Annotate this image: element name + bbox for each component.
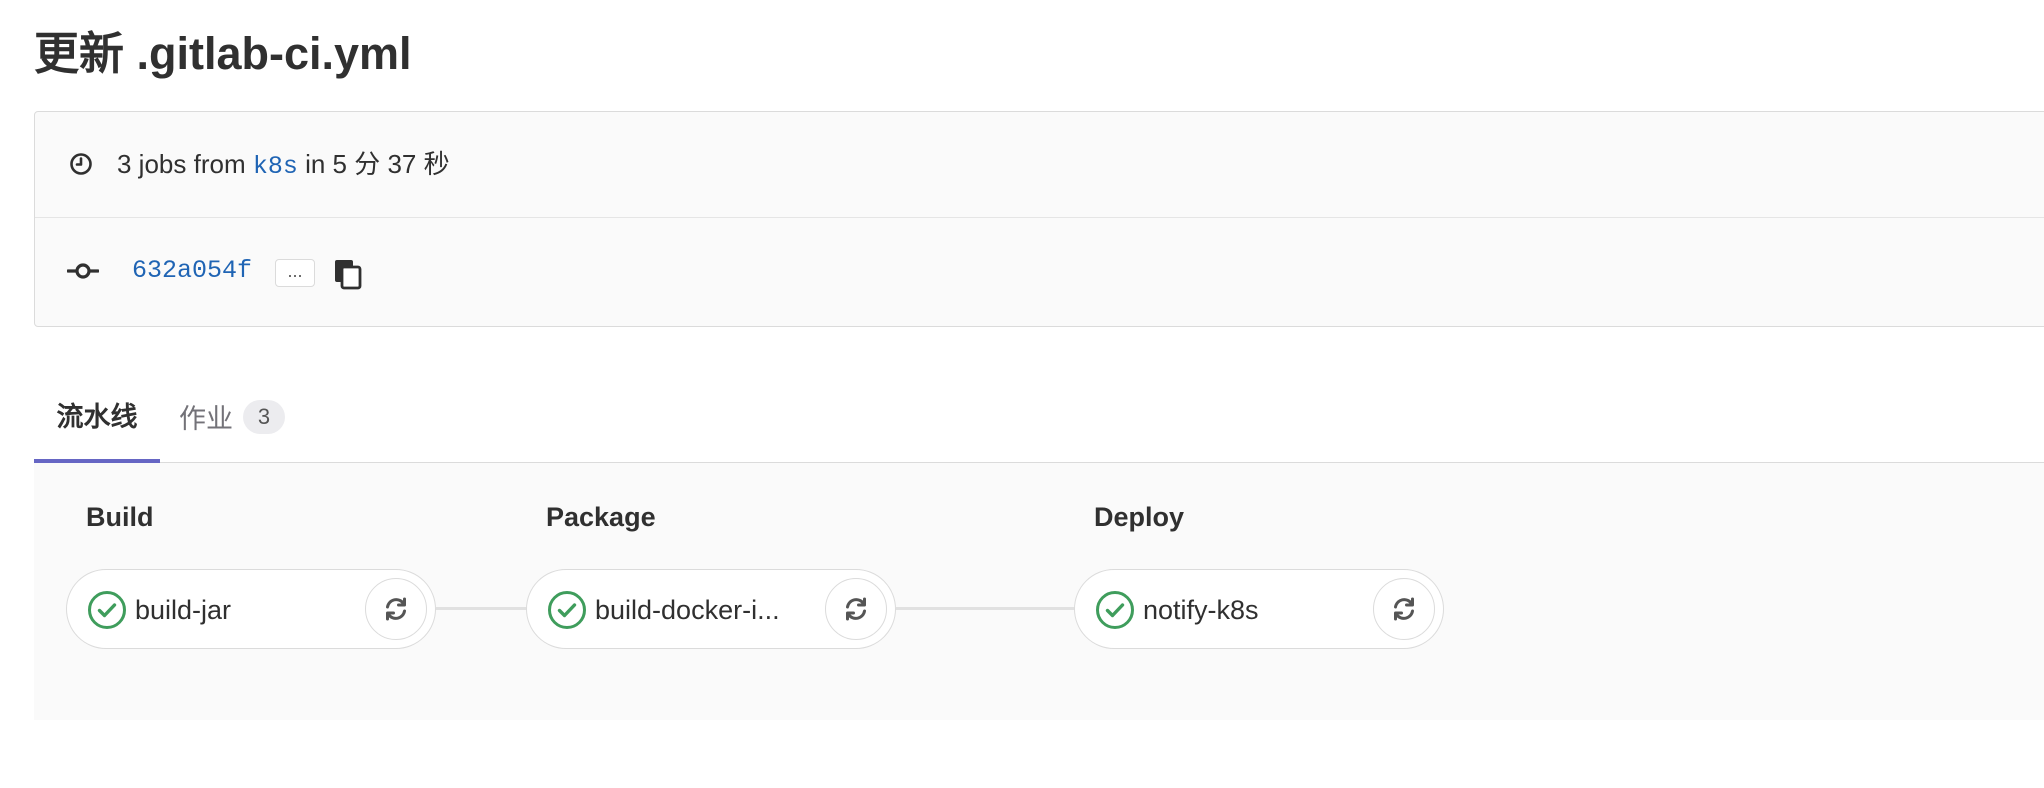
retry-icon xyxy=(1394,597,1414,621)
commit-sha-link[interactable]: 632a054f xyxy=(132,253,252,289)
retry-icon xyxy=(846,597,866,621)
job-name: notify-k8s xyxy=(1143,595,1259,625)
jobs-count-badge: 3 xyxy=(243,399,285,434)
tab-jobs-label: 作业 xyxy=(179,404,233,434)
status-success-icon xyxy=(1096,591,1134,629)
summary-suffix: in 5 分 37 秒 xyxy=(305,149,450,179)
tab-pipeline-label: 流水线 xyxy=(56,402,138,432)
job-build-docker-image[interactable]: build-docker-i... xyxy=(526,569,896,649)
summary-prefix: 3 jobs from xyxy=(117,149,246,179)
tab-jobs[interactable]: 作业 3 xyxy=(179,370,285,463)
pipeline-summary-row: 3 jobs from k8s in 5 分 37 秒 xyxy=(35,112,2044,218)
pipeline-graph: Build Package Deploy build-jar build-doc… xyxy=(34,463,2044,720)
job-name: build-docker-i... xyxy=(595,595,780,625)
job-build-jar[interactable]: build-jar xyxy=(66,569,436,649)
stage-connector xyxy=(896,607,1078,610)
retry-job-button[interactable] xyxy=(365,578,427,640)
pipeline-summary-text: 3 jobs from k8s in 5 分 37 秒 xyxy=(117,146,450,185)
job-notify-k8s[interactable]: notify-k8s xyxy=(1074,569,1444,649)
pipeline-info-panel: 3 jobs from k8s in 5 分 37 秒 632a054f ... xyxy=(34,111,2044,327)
status-success-icon xyxy=(88,591,126,629)
stage-title-deploy: Deploy xyxy=(1094,502,1185,532)
job-name: build-jar xyxy=(135,595,232,625)
stage-title-build: Build xyxy=(86,502,154,532)
stage-title-package: Package xyxy=(546,502,656,532)
ref-link[interactable]: k8s xyxy=(253,152,298,181)
status-success-icon xyxy=(548,591,586,629)
page-title: 更新 .gitlab-ci.yml xyxy=(34,28,412,79)
pipeline-tabs: 流水线 作业 3 xyxy=(34,370,2044,463)
copy-icon[interactable] xyxy=(331,257,365,291)
expand-commit-message-button[interactable]: ... xyxy=(275,259,315,287)
retry-job-button[interactable] xyxy=(825,578,887,640)
commit-row: 632a054f ... xyxy=(35,217,2044,327)
tab-pipeline[interactable]: 流水线 xyxy=(34,370,160,463)
retry-icon xyxy=(386,597,406,621)
retry-job-button[interactable] xyxy=(1373,578,1435,640)
stage-connector xyxy=(436,607,532,610)
commit-icon xyxy=(67,263,99,279)
clock-icon xyxy=(70,153,92,175)
